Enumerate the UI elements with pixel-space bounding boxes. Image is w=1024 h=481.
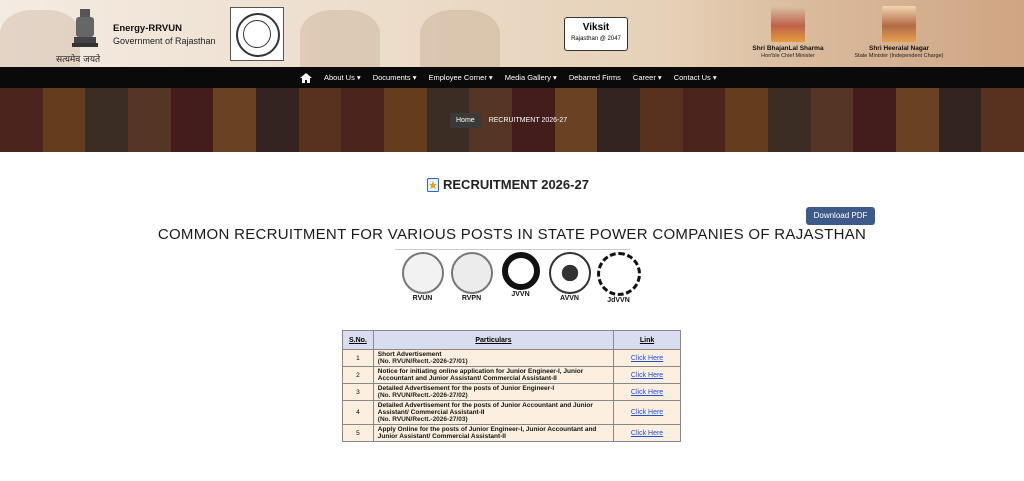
nav-debarred-firms[interactable]: Debarred Firms xyxy=(569,73,621,82)
header-particulars: Particulars xyxy=(372,330,615,350)
viksit-title: Viksit xyxy=(582,22,610,33)
recruitment-heading: COMMON RECRUITMENT FOR VARIOUS POSTS IN … xyxy=(157,226,867,243)
nav-employee-corner[interactable]: Employee Corner ▾ xyxy=(428,73,492,82)
header-sno: S.No. xyxy=(342,330,374,350)
row-particulars: Short Advertisement (No. RVUN/Rectt.-202… xyxy=(372,349,615,367)
row-particulars: Detailed Advertisement for the posts of … xyxy=(372,400,615,425)
click-here-link[interactable]: Click Here xyxy=(631,389,663,396)
page-title: RECRUITMENT 2026-27 xyxy=(427,177,589,192)
row-link-cell: Click Here xyxy=(613,424,681,442)
national-emblem-icon xyxy=(72,9,98,47)
camel-silhouette xyxy=(420,10,500,67)
click-here-link[interactable]: Click Here xyxy=(631,372,663,379)
state-minister-role: State Minister (Independent Charge) xyxy=(854,53,944,59)
nav-documents[interactable]: Documents ▾ xyxy=(373,73,417,82)
page-title-text: RECRUITMENT 2026-27 xyxy=(443,177,589,192)
logo-jvvn: JVVN xyxy=(498,252,543,304)
chief-minister-role: Hon'ble Chief Minister xyxy=(761,53,815,59)
document-star-icon xyxy=(427,177,439,192)
row-sno: 1 xyxy=(342,349,374,367)
download-pdf-button[interactable]: Download PDF xyxy=(806,207,875,225)
nav-contact-us[interactable]: Contact Us ▾ xyxy=(674,73,717,82)
click-here-link[interactable]: Click Here xyxy=(631,430,663,437)
rrvun-seal-logo[interactable] xyxy=(230,7,284,61)
nav-about-us[interactable]: About Us ▾ xyxy=(324,73,361,82)
logo-rvun: RVUN xyxy=(400,252,445,304)
breadcrumb-current: RECRUITMENT 2026-27 xyxy=(488,117,568,124)
recruitment-table: S.No. Particulars Link 1 Short Advertise… xyxy=(342,330,681,442)
chief-minister-photo xyxy=(771,6,805,42)
heading-divider xyxy=(395,249,630,250)
click-here-link[interactable]: Click Here xyxy=(631,409,663,416)
viksit-rajasthan-badge[interactable]: Viksit Rajasthan @ 2047 xyxy=(564,17,628,51)
row-particulars: Apply Online for the posts of Junior Eng… xyxy=(372,424,615,442)
header-link: Link xyxy=(613,330,681,350)
table-header-row: S.No. Particulars Link xyxy=(342,330,681,350)
breadcrumb-home[interactable]: Home xyxy=(450,113,481,128)
nav-media-gallery[interactable]: Media Gallery ▾ xyxy=(505,73,557,82)
logo-avvn: AVVN xyxy=(547,252,592,304)
org-subtitle: Government of Rajasthan xyxy=(113,36,216,46)
table-row: 1 Short Advertisement (No. RVUN/Rectt.-2… xyxy=(342,349,681,367)
site-header: सत्यमेव जयते Energy-RRVUN Government of … xyxy=(0,0,1024,67)
row-sno: 2 xyxy=(342,366,374,384)
main-navbar: About Us ▾ Documents ▾ Employee Corner ▾… xyxy=(0,67,1024,88)
state-minister-photo xyxy=(882,6,916,42)
logo-jdvvn: JdVVN xyxy=(596,252,641,304)
viksit-subtitle: Rajasthan @ 2047 xyxy=(571,36,621,42)
org-name[interactable]: Energy-RRVUN xyxy=(113,23,182,34)
table-row: 5 Apply Online for the posts of Junior E… xyxy=(342,424,681,442)
nav-career[interactable]: Career ▾ xyxy=(633,73,662,82)
state-minister-card: Shri Heeralal Nagar State Minister (Inde… xyxy=(840,6,958,59)
breadcrumb: Home RECRUITMENT 2026-27 xyxy=(450,113,567,128)
row-link-cell: Click Here xyxy=(613,383,681,401)
click-here-link[interactable]: Click Here xyxy=(631,355,663,362)
home-icon[interactable] xyxy=(300,72,312,83)
chief-minister-name: Shri BhajanLal Sharma xyxy=(752,45,824,52)
row-sno: 5 xyxy=(342,424,374,442)
emblem-caption: सत्यमेव जयते xyxy=(56,55,101,65)
row-link-cell: Click Here xyxy=(613,349,681,367)
row-sno: 4 xyxy=(342,400,374,425)
state-minister-name: Shri Heeralal Nagar xyxy=(869,45,929,52)
row-link-cell: Click Here xyxy=(613,400,681,425)
table-row: 4 Detailed Advertisement for the posts o… xyxy=(342,400,681,425)
camel-silhouette xyxy=(300,10,380,67)
row-link-cell: Click Here xyxy=(613,366,681,384)
row-particulars: Notice for initiating online application… xyxy=(372,366,615,384)
table-row: 3 Detailed Advertisement for the posts o… xyxy=(342,383,681,401)
logo-rvpn: RVPN xyxy=(449,252,494,304)
row-particulars: Detailed Advertisement for the posts of … xyxy=(372,383,615,401)
row-sno: 3 xyxy=(342,383,374,401)
chief-minister-card: Shri BhajanLal Sharma Hon'ble Chief Mini… xyxy=(748,6,828,59)
table-row: 2 Notice for initiating online applicati… xyxy=(342,366,681,384)
company-logos: RVUN RVPN JVVN AVVN JdVVN xyxy=(400,252,645,304)
